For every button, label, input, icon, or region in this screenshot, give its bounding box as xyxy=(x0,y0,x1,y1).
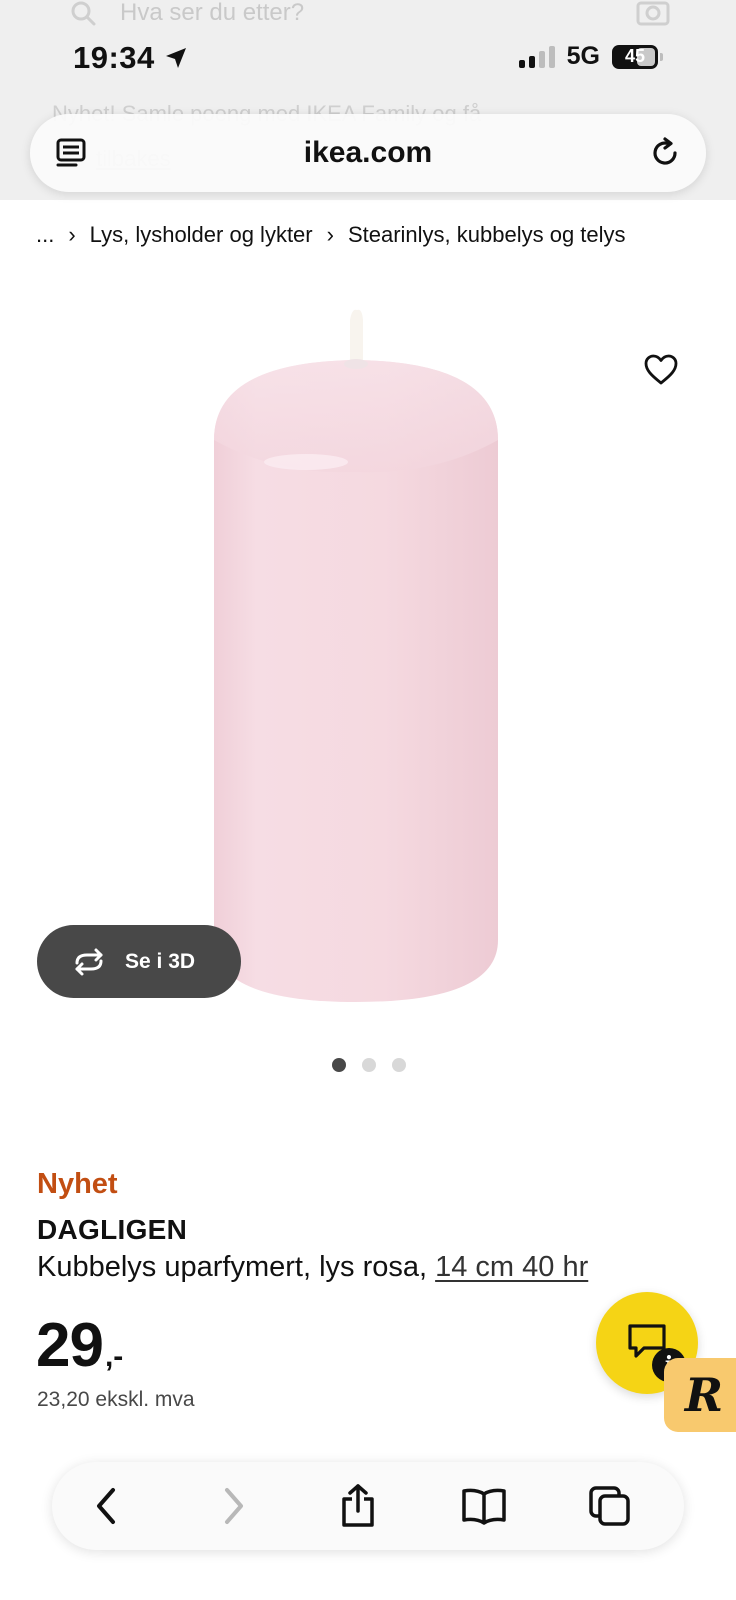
breadcrumb-item[interactable]: Lys, lysholder og lykter xyxy=(90,222,313,248)
browser-toolbar xyxy=(52,1462,684,1550)
book-icon xyxy=(462,1488,506,1525)
reload-icon[interactable] xyxy=(648,136,682,170)
image-carousel-dots[interactable] xyxy=(332,1058,406,1072)
breadcrumb: ... › Lys, lysholder og lykter › Stearin… xyxy=(36,222,626,248)
price-main: 29 xyxy=(36,1311,104,1380)
chevron-right-icon xyxy=(225,1488,243,1524)
product-price: 29 ,- xyxy=(36,1310,123,1381)
product-image[interactable] xyxy=(196,300,526,1020)
search-bar-obscured[interactable]: Hva ser du etter? xyxy=(70,0,670,30)
tabs-button[interactable] xyxy=(586,1482,634,1530)
product-name: DAGLIGEN xyxy=(37,1214,188,1245)
new-badge: Nyhet xyxy=(37,1168,118,1200)
view-in-3d-button[interactable]: Se i 3D xyxy=(37,925,241,998)
bookmarks-button[interactable] xyxy=(460,1482,508,1530)
battery-level: 45 xyxy=(624,46,646,66)
search-placeholder: Hva ser du etter? xyxy=(120,0,305,26)
battery-icon: 45 xyxy=(612,44,663,69)
price-suffix: ,- xyxy=(104,1340,124,1373)
location-arrow-icon xyxy=(165,48,186,68)
carousel-dot[interactable] xyxy=(362,1058,376,1072)
heart-icon[interactable] xyxy=(643,352,679,388)
share-button[interactable] xyxy=(334,1482,382,1530)
size-link[interactable]: 14 cm 40 hr xyxy=(435,1251,588,1283)
camera-icon[interactable] xyxy=(636,0,670,26)
tabs-icon xyxy=(589,1486,630,1526)
chevron-right-icon: › xyxy=(326,222,334,247)
share-icon xyxy=(342,1484,374,1527)
chevron-right-icon: › xyxy=(68,222,76,247)
breadcrumb-ellipsis[interactable]: ... xyxy=(36,222,54,248)
network-type: 5G xyxy=(566,42,600,70)
breadcrumb-item[interactable]: Stearinlys, kubbelys og telys xyxy=(348,222,626,248)
cellular-signal-icon xyxy=(518,45,555,68)
extension-badge-letter: R xyxy=(684,1368,724,1422)
rotate-icon xyxy=(75,948,103,975)
forward-button[interactable] xyxy=(210,1482,258,1530)
carousel-dot[interactable] xyxy=(332,1058,346,1072)
product-description-text: Kubbelys uparfymert, lys rosa, xyxy=(37,1251,428,1283)
clock: 19:34 xyxy=(73,40,155,75)
status-indicators: 5G 45 xyxy=(518,42,663,71)
extension-badge[interactable]: R xyxy=(664,1358,736,1432)
chevron-left-icon xyxy=(97,1488,115,1524)
reader-icon[interactable] xyxy=(54,136,88,170)
status-time: 19:34 xyxy=(73,40,189,76)
back-button[interactable] xyxy=(82,1482,130,1530)
address-bar[interactable]: ikea.com xyxy=(30,114,706,192)
view-in-3d-label: Se i 3D xyxy=(125,949,196,973)
url-text: ikea.com xyxy=(303,136,433,169)
price-ex-vat: 23,20 ekskl. mva xyxy=(37,1388,195,1411)
carousel-dot[interactable] xyxy=(392,1058,406,1072)
product-description: Kubbelys uparfymert, lys rosa, 14 cm 40 … xyxy=(37,1251,588,1284)
search-icon xyxy=(71,1,96,26)
